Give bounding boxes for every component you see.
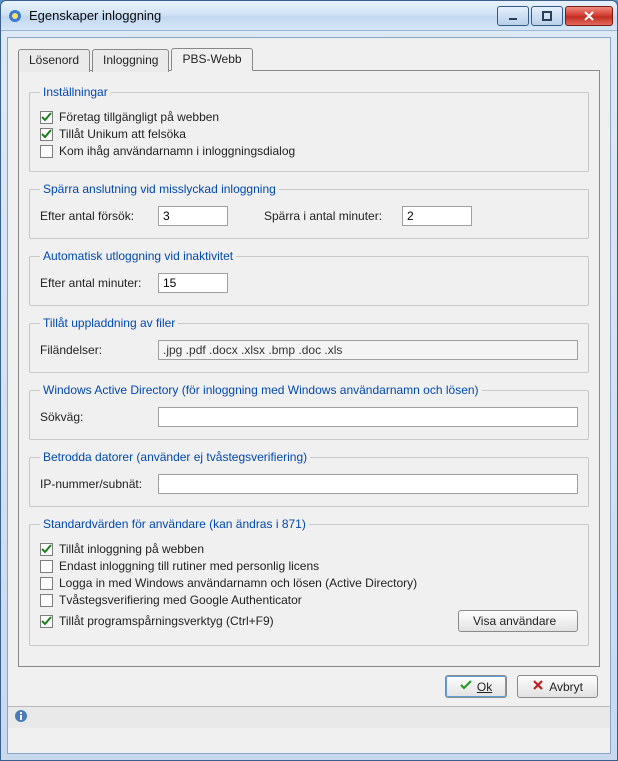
window-title: Egenskaper inloggning bbox=[29, 8, 497, 23]
group-ad: Windows Active Directory (för inloggning… bbox=[29, 383, 589, 440]
titlebar[interactable]: Egenskaper inloggning bbox=[1, 1, 617, 31]
label-sparra-minuter: Spärra i antal minuter: bbox=[264, 209, 394, 223]
maximize-button[interactable] bbox=[531, 6, 563, 26]
statusbar bbox=[8, 706, 610, 728]
label-filandelser: Filändelser: bbox=[40, 343, 150, 357]
checkbox-std-inlogg[interactable] bbox=[40, 543, 53, 556]
checkbox-fortag[interactable] bbox=[40, 111, 53, 124]
tab-pbswebb[interactable]: PBS-Webb bbox=[171, 48, 252, 71]
label-auto-minuter: Efter antal minuter: bbox=[40, 276, 150, 290]
dialog-footer: Ok Avbryt bbox=[8, 667, 610, 706]
input-ip[interactable] bbox=[158, 474, 578, 494]
close-button[interactable] bbox=[565, 6, 613, 26]
status-info-icon bbox=[14, 709, 28, 726]
label-std-inlogg: Tillåt inloggning på webben bbox=[59, 542, 204, 556]
tabstrip: Lösenord Inloggning PBS-Webb bbox=[18, 48, 600, 71]
input-ad-path[interactable] bbox=[158, 407, 578, 427]
legend-installningar: Inställningar bbox=[40, 85, 111, 99]
legend-sparra: Spärra anslutning vid misslyckad inloggn… bbox=[40, 182, 279, 196]
checkbox-std-trace[interactable] bbox=[40, 615, 53, 628]
avbryt-button[interactable]: Avbryt bbox=[517, 675, 598, 698]
checkbox-std-gauth[interactable] bbox=[40, 594, 53, 607]
group-std: Standardvärden för användare (kan ändras… bbox=[29, 517, 589, 646]
legend-ad: Windows Active Directory (för inloggning… bbox=[40, 383, 482, 397]
checkbox-unikum[interactable] bbox=[40, 128, 53, 141]
label-std-gauth: Tvåstegsverifiering med Google Authentic… bbox=[59, 593, 302, 607]
minimize-button[interactable] bbox=[497, 6, 529, 26]
tab-losenord[interactable]: Lösenord bbox=[18, 49, 90, 72]
check-icon bbox=[460, 679, 472, 694]
window-frame: Egenskaper inloggning Lösenord Inloggnin… bbox=[0, 0, 618, 761]
client-area: Lösenord Inloggning PBS-Webb Inställning… bbox=[7, 37, 611, 754]
label-ad-path: Sökväg: bbox=[40, 410, 150, 424]
input-sparra-minuter[interactable] bbox=[402, 206, 472, 226]
cancel-icon bbox=[532, 679, 544, 694]
label-forsok: Efter antal försök: bbox=[40, 209, 150, 223]
group-installningar: Inställningar Företag tillgängligt på we… bbox=[29, 85, 589, 172]
visa-anvandare-button[interactable]: Visa användare bbox=[458, 610, 578, 632]
checkbox-std-adwin[interactable] bbox=[40, 577, 53, 590]
legend-auto: Automatisk utloggning vid inaktivitet bbox=[40, 249, 236, 263]
legend-std: Standardvärden för användare (kan ändras… bbox=[40, 517, 309, 531]
tab-inloggning[interactable]: Inloggning bbox=[92, 49, 169, 72]
input-filandelser[interactable] bbox=[158, 340, 578, 360]
label-komihag: Kom ihåg användarnamn i inloggningsdialo… bbox=[59, 144, 295, 158]
label-fortag: Företag tillgängligt på webben bbox=[59, 110, 219, 124]
legend-filer: Tillåt uppladdning av filer bbox=[40, 316, 178, 330]
label-std-endast: Endast inloggning till rutiner med perso… bbox=[59, 559, 319, 573]
group-betrodda: Betrodda datorer (använder ej tvåstegsve… bbox=[29, 450, 589, 507]
label-std-trace: Tillåt programspårningsverktyg (Ctrl+F9) bbox=[59, 614, 274, 628]
ok-button[interactable]: Ok bbox=[445, 675, 507, 698]
legend-betrodda: Betrodda datorer (använder ej tvåstegsve… bbox=[40, 450, 310, 464]
app-icon bbox=[7, 8, 23, 24]
label-unikum: Tillåt Unikum att felsöka bbox=[59, 127, 186, 141]
ok-label: Ok bbox=[477, 680, 492, 694]
tab-panel-pbswebb: Inställningar Företag tillgängligt på we… bbox=[18, 70, 600, 667]
group-auto: Automatisk utloggning vid inaktivitet Ef… bbox=[29, 249, 589, 306]
avbryt-label: Avbryt bbox=[549, 680, 583, 694]
label-std-adwin: Logga in med Windows användarnamn och lö… bbox=[59, 576, 417, 590]
group-filer: Tillåt uppladdning av filer Filändelser: bbox=[29, 316, 589, 373]
label-ip: IP-nummer/subnät: bbox=[40, 477, 150, 491]
checkbox-komihag[interactable] bbox=[40, 145, 53, 158]
input-forsok[interactable] bbox=[158, 206, 228, 226]
checkbox-std-endast[interactable] bbox=[40, 560, 53, 573]
group-sparra: Spärra anslutning vid misslyckad inloggn… bbox=[29, 182, 589, 239]
input-auto-minuter[interactable] bbox=[158, 273, 228, 293]
